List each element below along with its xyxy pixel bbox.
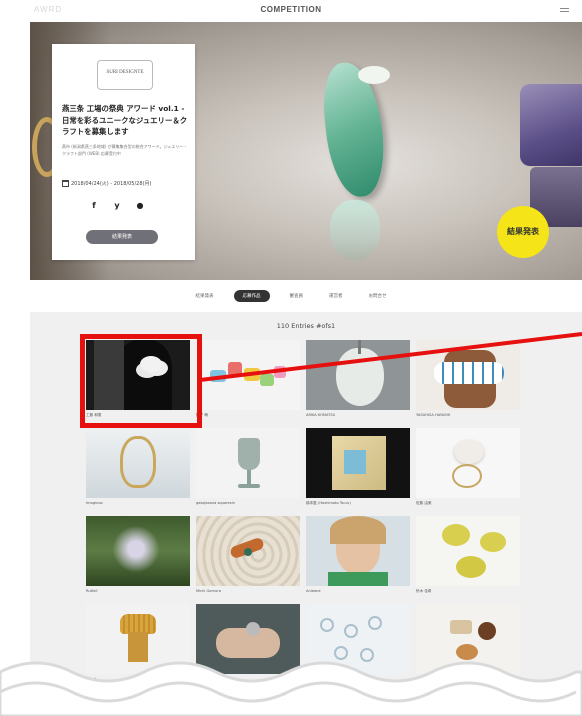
annotation-arrow bbox=[199, 332, 582, 382]
annotation-line bbox=[199, 332, 582, 382]
wavy-cutoff-edge bbox=[0, 661, 582, 716]
